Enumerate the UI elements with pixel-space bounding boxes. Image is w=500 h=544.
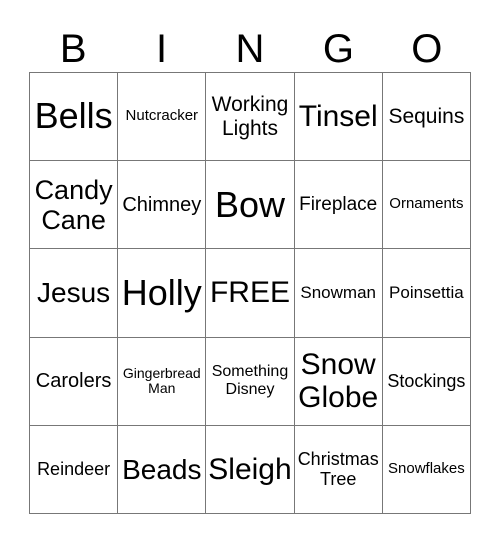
cell-label: Chimney — [122, 193, 202, 216]
bingo-cell[interactable]: Reindeer — [30, 425, 119, 514]
cell-label: Carolers — [35, 370, 112, 392]
bingo-cell[interactable]: Something Disney — [206, 337, 295, 426]
bingo-cell[interactable]: Stockings — [382, 337, 471, 426]
cell-label: FREE — [209, 276, 290, 310]
bingo-grid: Bells Nutcracker Working Lights Tinsel Sequi… — [29, 72, 471, 514]
bingo-cell[interactable]: Holly — [118, 249, 207, 338]
bingo-cell[interactable]: Sleigh — [206, 425, 295, 514]
bingo-cell[interactable]: Gingerbread Man — [118, 337, 207, 426]
bingo-cell[interactable]: Candy Cane — [30, 161, 119, 250]
bingo-cell[interactable]: FREE — [206, 249, 295, 338]
bingo-cell[interactable]: Bells — [30, 73, 119, 162]
header-letter-g: G — [322, 27, 354, 71]
cell-label: Snowman — [300, 283, 376, 303]
cell-label: Jesus — [37, 277, 111, 309]
cell-label: Working Lights — [211, 93, 289, 140]
bingo-cell[interactable]: Fireplace — [294, 161, 383, 250]
cell-label: Poinsettia — [389, 283, 464, 303]
cell-label: Stockings — [387, 371, 466, 392]
bingo-cell[interactable]: Beads — [118, 425, 207, 514]
cell-label: Beads — [122, 453, 202, 485]
bingo-cell[interactable]: Ornaments — [382, 161, 471, 250]
cell-label: Reindeer — [37, 459, 111, 480]
cell-label: Ornaments — [389, 195, 464, 213]
cell-label: Gingerbread Man — [122, 364, 201, 397]
bingo-cell[interactable]: Christmas Tree — [294, 425, 383, 514]
bingo-cell[interactable]: Poinsettia — [382, 249, 471, 338]
header-letter-i: I — [156, 27, 168, 71]
cell-label: Snow Globe — [298, 347, 379, 415]
header-letter-b: B — [59, 27, 87, 71]
cell-label: Candy Cane — [34, 174, 113, 235]
bingo-cell[interactable]: Snow Globe — [294, 337, 383, 426]
bingo-cell[interactable]: Bow — [206, 161, 295, 250]
header-letter-n: N — [235, 27, 265, 71]
bingo-cell[interactable]: Snowman — [294, 249, 383, 338]
cell-label: Snowflakes — [388, 459, 465, 477]
cell-label: Fireplace — [299, 194, 378, 216]
cell-label: Christmas Tree — [297, 449, 379, 490]
bingo-cell[interactable]: Working Lights — [206, 73, 295, 162]
bingo-cell[interactable]: Jesus — [30, 249, 119, 338]
cell-label: Bells — [34, 95, 113, 137]
bingo-cell[interactable]: Chimney — [118, 161, 207, 250]
header-letter-o: O — [411, 27, 443, 71]
cell-label: Nutcracker — [125, 107, 199, 125]
cell-label: Sleigh — [208, 452, 292, 486]
cell-label: Something Disney — [211, 363, 289, 399]
cell-label: Tinsel — [298, 99, 378, 133]
bingo-header: B I N G O — [29, 26, 471, 72]
cell-label: Sequins — [388, 104, 465, 128]
bingo-cell[interactable]: Carolers — [30, 337, 119, 426]
cell-label: Bow — [214, 183, 285, 225]
bingo-cell[interactable]: Snowflakes — [382, 425, 471, 514]
bingo-cell[interactable]: Nutcracker — [118, 73, 207, 162]
bingo-cell[interactable]: Tinsel — [294, 73, 383, 162]
bingo-cell[interactable]: Sequins — [382, 73, 471, 162]
cell-label: Holly — [121, 271, 202, 313]
